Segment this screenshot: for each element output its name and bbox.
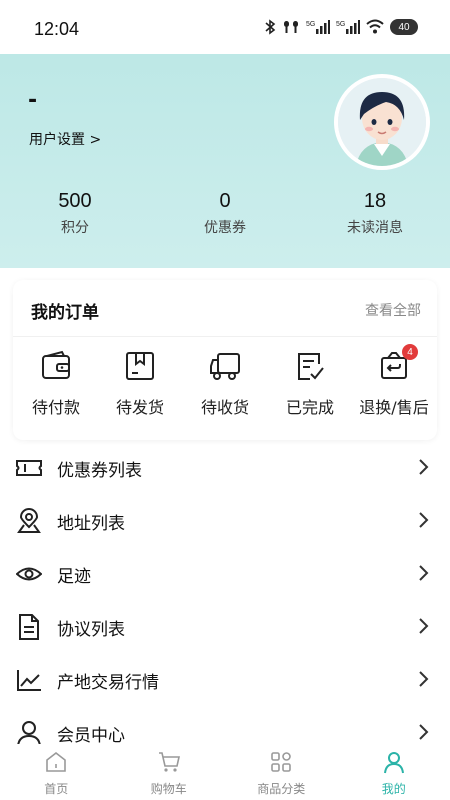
stat-points[interactable]: 500 积分 [10, 190, 140, 237]
menu-label: 产地交易行情 [57, 673, 159, 693]
user-settings-link[interactable]: 用户设置 > [29, 129, 101, 149]
divider [13, 336, 437, 337]
notification-badge: 4 [402, 344, 418, 360]
tab-categories[interactable]: 商品分类 [225, 744, 338, 800]
order-label: 已完成 [285, 398, 334, 417]
order-pending-receipt[interactable]: 待收货 [183, 350, 267, 418]
svg-text:5G: 5G [306, 21, 315, 28]
signal-5g-icon-2: 5G [336, 20, 360, 34]
chevron-right-icon [419, 724, 429, 740]
menu-label: 足迹 [57, 567, 91, 587]
menu-item-coupon-list[interactable]: 优惠券列表 [0, 442, 450, 494]
avatar-illustration [338, 78, 426, 166]
status-bar: 12:04 5G 5G 40 [0, 0, 450, 54]
menu-label: 会员中心 [57, 726, 125, 746]
profile-icon [383, 752, 404, 774]
order-pending-shipment[interactable]: 待发货 [98, 350, 182, 418]
category-grid-icon [271, 752, 291, 772]
orders-title: 我的订单 [31, 303, 99, 323]
line-chart-icon [17, 670, 41, 691]
tab-cart[interactable]: 购物车 [113, 744, 226, 800]
eye-icon [16, 567, 42, 581]
tab-mine[interactable]: 我的 [338, 744, 450, 800]
battery-icon: 40 [390, 19, 418, 35]
order-label: 待付款 [31, 398, 80, 417]
order-returns-aftersales[interactable]: 4 退换/售后 [352, 344, 436, 418]
chevron-right-icon [419, 512, 429, 528]
tab-home[interactable]: 首页 [0, 744, 113, 800]
menu-label: 地址列表 [57, 514, 125, 534]
location-pin-icon [17, 508, 41, 533]
status-time: 12:04 [34, 19, 80, 39]
checklist-icon [298, 353, 324, 380]
menu-label: 协议列表 [57, 620, 125, 640]
menu-item-address-list[interactable]: 地址列表 [0, 495, 450, 547]
menu-item-origin-market[interactable]: 产地交易行情 [0, 654, 450, 706]
truck-icon [210, 353, 240, 380]
chevron-right-icon [419, 671, 429, 687]
stat-value: 0 [219, 190, 231, 212]
profile-header: - 用户设置 > 500 积分 0 优惠券 18 未读消息 [0, 54, 450, 268]
chevron-right-icon [419, 565, 429, 581]
stat-label: 积分 [61, 220, 89, 236]
ticket-icon [16, 460, 42, 476]
menu-item-agreement-list[interactable]: 协议列表 [0, 601, 450, 653]
stat-label: 未读消息 [347, 220, 403, 236]
menu-item-footprints[interactable]: 足迹 [0, 548, 450, 600]
avatar[interactable] [334, 74, 430, 170]
orders-card: 我的订单 查看全部 待付款 待发货 待收货 已完成 4 退换/售后 [13, 280, 437, 440]
stat-value: 500 [58, 190, 92, 212]
order-pending-payment[interactable]: 待付款 [14, 350, 98, 418]
tab-label: 首页 [44, 782, 69, 796]
bluetooth-icon [265, 19, 276, 35]
stat-coupons[interactable]: 0 优惠券 [160, 190, 290, 237]
order-label: 待发货 [115, 398, 164, 417]
user-icon [17, 721, 41, 746]
document-icon [19, 614, 39, 640]
wallet-icon [42, 350, 70, 379]
orders-view-all-link[interactable]: 查看全部 [365, 300, 421, 320]
earbuds-icon [284, 21, 298, 33]
order-label: 待收货 [200, 398, 249, 417]
wifi-icon [366, 19, 384, 34]
status-icons: 5G 5G 40 [264, 19, 418, 35]
cart-icon [158, 752, 180, 772]
user-nickname: - [28, 88, 38, 113]
stat-unread-messages[interactable]: 18 未读消息 [310, 190, 440, 237]
order-completed[interactable]: 已完成 [268, 350, 352, 418]
signal-5g-icon: 5G [306, 20, 330, 34]
home-icon [46, 751, 66, 772]
svg-text:5G: 5G [336, 21, 345, 28]
bottom-tab-bar: 首页 购物车 商品分类 我的 [0, 744, 450, 800]
tab-label: 我的 [381, 782, 406, 796]
order-label: 退换/售后 [359, 398, 429, 417]
tab-label: 购物车 [150, 782, 187, 796]
tab-label: 商品分类 [257, 782, 306, 796]
package-icon [126, 352, 154, 380]
chevron-right-icon [419, 618, 429, 634]
stat-value: 18 [363, 190, 387, 212]
chevron-right-icon [419, 459, 429, 475]
stat-label: 优惠券 [204, 220, 246, 236]
menu-label: 优惠券列表 [57, 461, 142, 481]
